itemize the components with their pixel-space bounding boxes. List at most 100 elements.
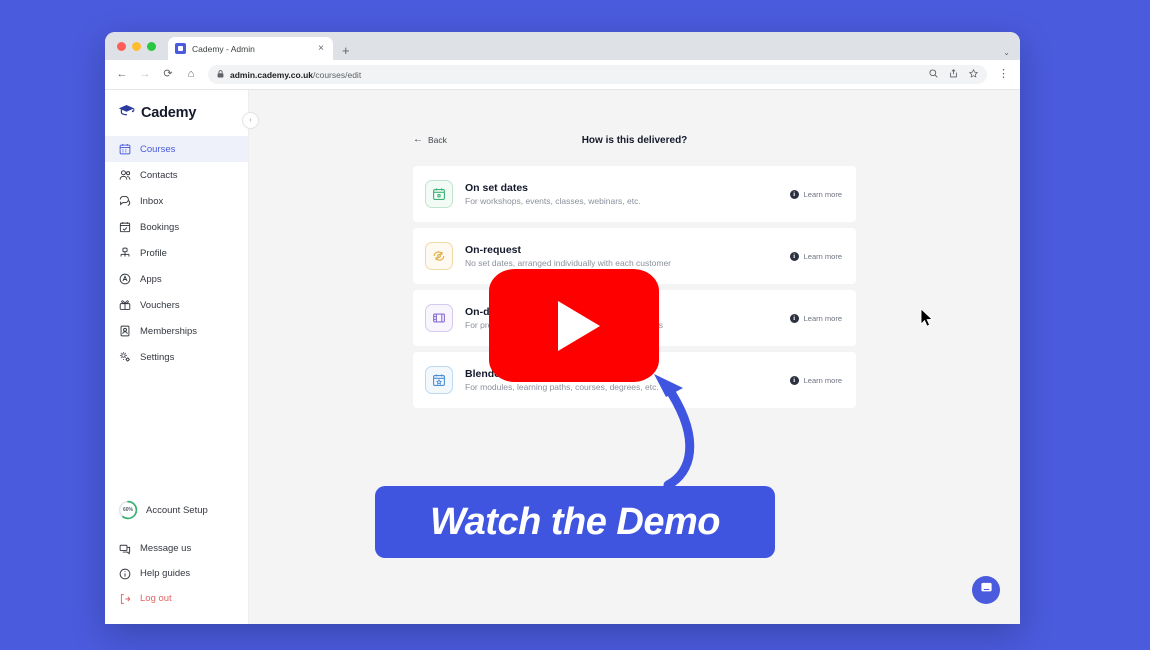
- option-text: On set dates For workshops, events, clas…: [465, 182, 790, 207]
- tab-list-caret-icon[interactable]: ⌄: [1003, 48, 1010, 57]
- account-setup-percent: 60%: [122, 507, 133, 513]
- learn-more-label: Learn more: [803, 251, 842, 261]
- chat-launcher-button[interactable]: [972, 576, 1000, 604]
- window-traffic-lights: [117, 32, 168, 60]
- account-setup-progress-ring: 60%: [118, 500, 138, 520]
- option-description: No set dates, arranged individually with…: [465, 258, 671, 269]
- browser-tab[interactable]: Cademy - Admin ×: [168, 37, 333, 60]
- share-icon[interactable]: [949, 69, 958, 80]
- play-triangle-icon: [557, 300, 600, 351]
- url-path: /courses/edit: [312, 69, 362, 80]
- lock-icon: [217, 69, 224, 80]
- curved-arrow-annotation: [654, 374, 695, 490]
- sidebar-item-label: Vouchers: [140, 299, 180, 311]
- sidebar-item-label: Inbox: [140, 195, 164, 207]
- watch-demo-banner[interactable]: Watch the Demo: [375, 486, 775, 558]
- sidebar-item-profile[interactable]: Profile: [105, 240, 248, 266]
- sidebar-item-label: Profile: [140, 247, 167, 259]
- sidebar-item-label: Courses: [140, 143, 176, 155]
- sidebar-item-bookings[interactable]: Bookings: [105, 214, 248, 240]
- sidebar-item-label: Message us: [140, 543, 192, 554]
- sidebar-item-label: Bookings: [140, 221, 180, 233]
- sidebar-item-label: Settings: [140, 351, 175, 363]
- info-icon: i: [789, 189, 799, 199]
- learn-more-link[interactable]: i Learn more: [789, 189, 842, 199]
- calendar-dot-icon: [425, 180, 453, 208]
- close-window-button[interactable]: [117, 41, 126, 51]
- option-title: On set dates: [465, 181, 529, 194]
- sidebar-item-courses[interactable]: Courses: [105, 136, 248, 162]
- sidebar-item-label: Memberships: [140, 325, 198, 337]
- tab-title: Cademy - Admin: [192, 43, 255, 54]
- reload-icon[interactable]: ⟳: [162, 69, 174, 80]
- sidebar-item-contacts[interactable]: Contacts: [105, 162, 248, 188]
- mouse-cursor: [920, 307, 934, 327]
- sidebar-item-label: Help guides: [140, 568, 191, 579]
- graduation-cap-icon: [118, 104, 135, 122]
- sidebar-item-vouchers[interactable]: Vouchers: [105, 292, 248, 318]
- option-title: On-request: [465, 243, 522, 256]
- bookmark-star-icon[interactable]: [968, 68, 979, 80]
- logout-icon: [118, 592, 131, 605]
- forward-icon[interactable]: →: [139, 69, 151, 80]
- account-setup-label: Account Setup: [146, 504, 208, 516]
- content-header: ← Back How is this delivered?: [413, 130, 856, 150]
- sidebar-item-label: Contacts: [140, 169, 178, 181]
- page-title: How is this delivered?: [581, 134, 688, 146]
- sidebar-item-message-us[interactable]: Message us: [105, 536, 248, 561]
- learn-more-label: Learn more: [803, 313, 842, 323]
- calendar-star-icon: [425, 366, 453, 394]
- tab-favicon: [175, 43, 186, 54]
- option-card-on-set-dates[interactable]: On set dates For workshops, events, clas…: [413, 166, 856, 222]
- address-bar[interactable]: admin.cademy.co.uk/courses/edit: [208, 65, 987, 84]
- sidebar-item-settings[interactable]: Settings: [105, 344, 248, 370]
- address-bar-text: admin.cademy.co.uk/courses/edit: [230, 70, 361, 80]
- option-text: On-request No set dates, arranged indivi…: [465, 244, 790, 269]
- film-strip-icon: [425, 304, 453, 332]
- sidebar-item-label: Log out: [140, 593, 172, 604]
- browser-toolbar: ← → ⟳ ⌂ admin.cademy.co.uk/courses/edit …: [105, 60, 1020, 90]
- back-icon[interactable]: ←: [116, 69, 128, 80]
- request-refresh-icon: [425, 242, 453, 270]
- sidebar-item-apps[interactable]: Apps: [105, 266, 248, 292]
- url-domain: admin.cademy.co.uk: [230, 69, 313, 80]
- inbox-icon: [118, 195, 131, 208]
- sidebar-item-help-guides[interactable]: Help guides: [105, 561, 248, 586]
- sidebar-item-log-out[interactable]: Log out: [105, 586, 248, 611]
- sidebar-item-inbox[interactable]: Inbox: [105, 188, 248, 214]
- learn-more-link[interactable]: i Learn more: [789, 251, 842, 261]
- zoom-icon[interactable]: [929, 69, 938, 80]
- address-bar-actions: [929, 68, 979, 80]
- learn-more-label: Learn more: [803, 375, 842, 385]
- sidebar: Cademy ‹ Courses Contacts Inbox Bookings…: [105, 90, 259, 624]
- contacts-icon: [118, 169, 131, 182]
- new-tab-button[interactable]: +: [342, 44, 350, 57]
- learn-more-label: Learn more: [803, 189, 842, 199]
- maximize-window-button[interactable]: [147, 41, 156, 51]
- memberships-icon: [118, 325, 131, 338]
- chat-bubble-icon: [980, 581, 993, 599]
- tab-close-icon[interactable]: ×: [316, 43, 326, 54]
- message-icon: [118, 542, 131, 555]
- account-setup-item[interactable]: 60% Account Setup: [105, 500, 248, 520]
- sidebar-item-label: Apps: [140, 273, 162, 285]
- info-icon: i: [789, 375, 799, 385]
- info-icon: i: [789, 313, 799, 323]
- vouchers-icon: [118, 299, 131, 312]
- browser-tab-strip: Cademy - Admin × + ⌄: [105, 32, 1020, 60]
- watch-demo-label: Watch the Demo: [429, 500, 721, 543]
- bookings-icon: [118, 221, 131, 234]
- sidebar-footer: 60% Account Setup Message us Help guides…: [105, 500, 248, 624]
- settings-icon: [118, 351, 131, 364]
- profile-icon: [118, 247, 131, 260]
- browser-menu-icon[interactable]: ⋮: [998, 69, 1009, 80]
- sidebar-collapse-button[interactable]: ‹: [242, 112, 259, 129]
- sidebar-item-memberships[interactable]: Memberships: [105, 318, 248, 344]
- youtube-play-button[interactable]: [489, 269, 659, 382]
- learn-more-link[interactable]: i Learn more: [789, 375, 842, 385]
- home-icon[interactable]: ⌂: [185, 69, 197, 80]
- brand-logo[interactable]: Cademy: [105, 90, 248, 134]
- learn-more-link[interactable]: i Learn more: [789, 313, 842, 323]
- minimize-window-button[interactable]: [132, 41, 141, 51]
- sidebar-nav: Courses Contacts Inbox Bookings Profile …: [105, 134, 248, 370]
